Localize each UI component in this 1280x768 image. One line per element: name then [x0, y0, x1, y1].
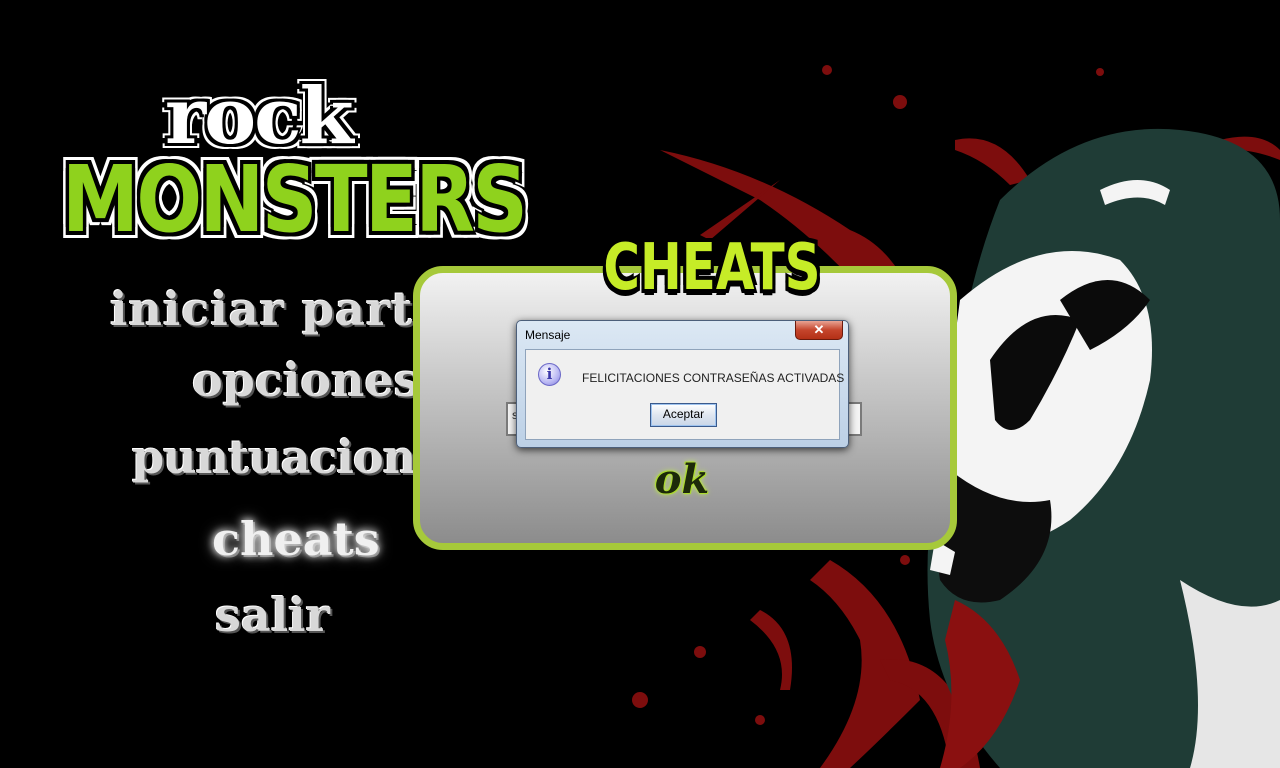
dialog-body: i FELICITACIONES CONTRASEÑAS ACTIVADAS A… — [525, 349, 844, 440]
menu-scores[interactable]: puntuacione — [132, 430, 444, 484]
cheats-panel-title: CHEATS — [603, 231, 821, 305]
message-dialog: Mensaje ✕ i FELICITACIONES CONTRASEÑAS A… — [516, 320, 849, 448]
logo-rock-text: rock — [165, 71, 354, 162]
menu-cheats[interactable]: cheats — [212, 512, 380, 566]
close-icon[interactable]: ✕ — [795, 321, 843, 340]
ok-button[interactable]: ok — [646, 456, 718, 506]
dialog-title: Mensaje — [525, 328, 571, 342]
menu-options[interactable]: opciones — [192, 353, 420, 407]
info-icon: i — [538, 363, 561, 386]
logo-monsters-text: MONSTERS — [62, 146, 528, 253]
menu-start-game[interactable]: iniciar parti — [110, 282, 432, 336]
game-screen: rock MONSTERS iniciar parti opciones pun… — [0, 0, 1280, 768]
dialog-message: FELICITACIONES CONTRASEÑAS ACTIVADAS — [582, 371, 845, 385]
menu-exit[interactable]: salir — [215, 588, 330, 642]
accept-button[interactable]: Aceptar — [650, 403, 717, 427]
monster-face — [927, 128, 1280, 768]
